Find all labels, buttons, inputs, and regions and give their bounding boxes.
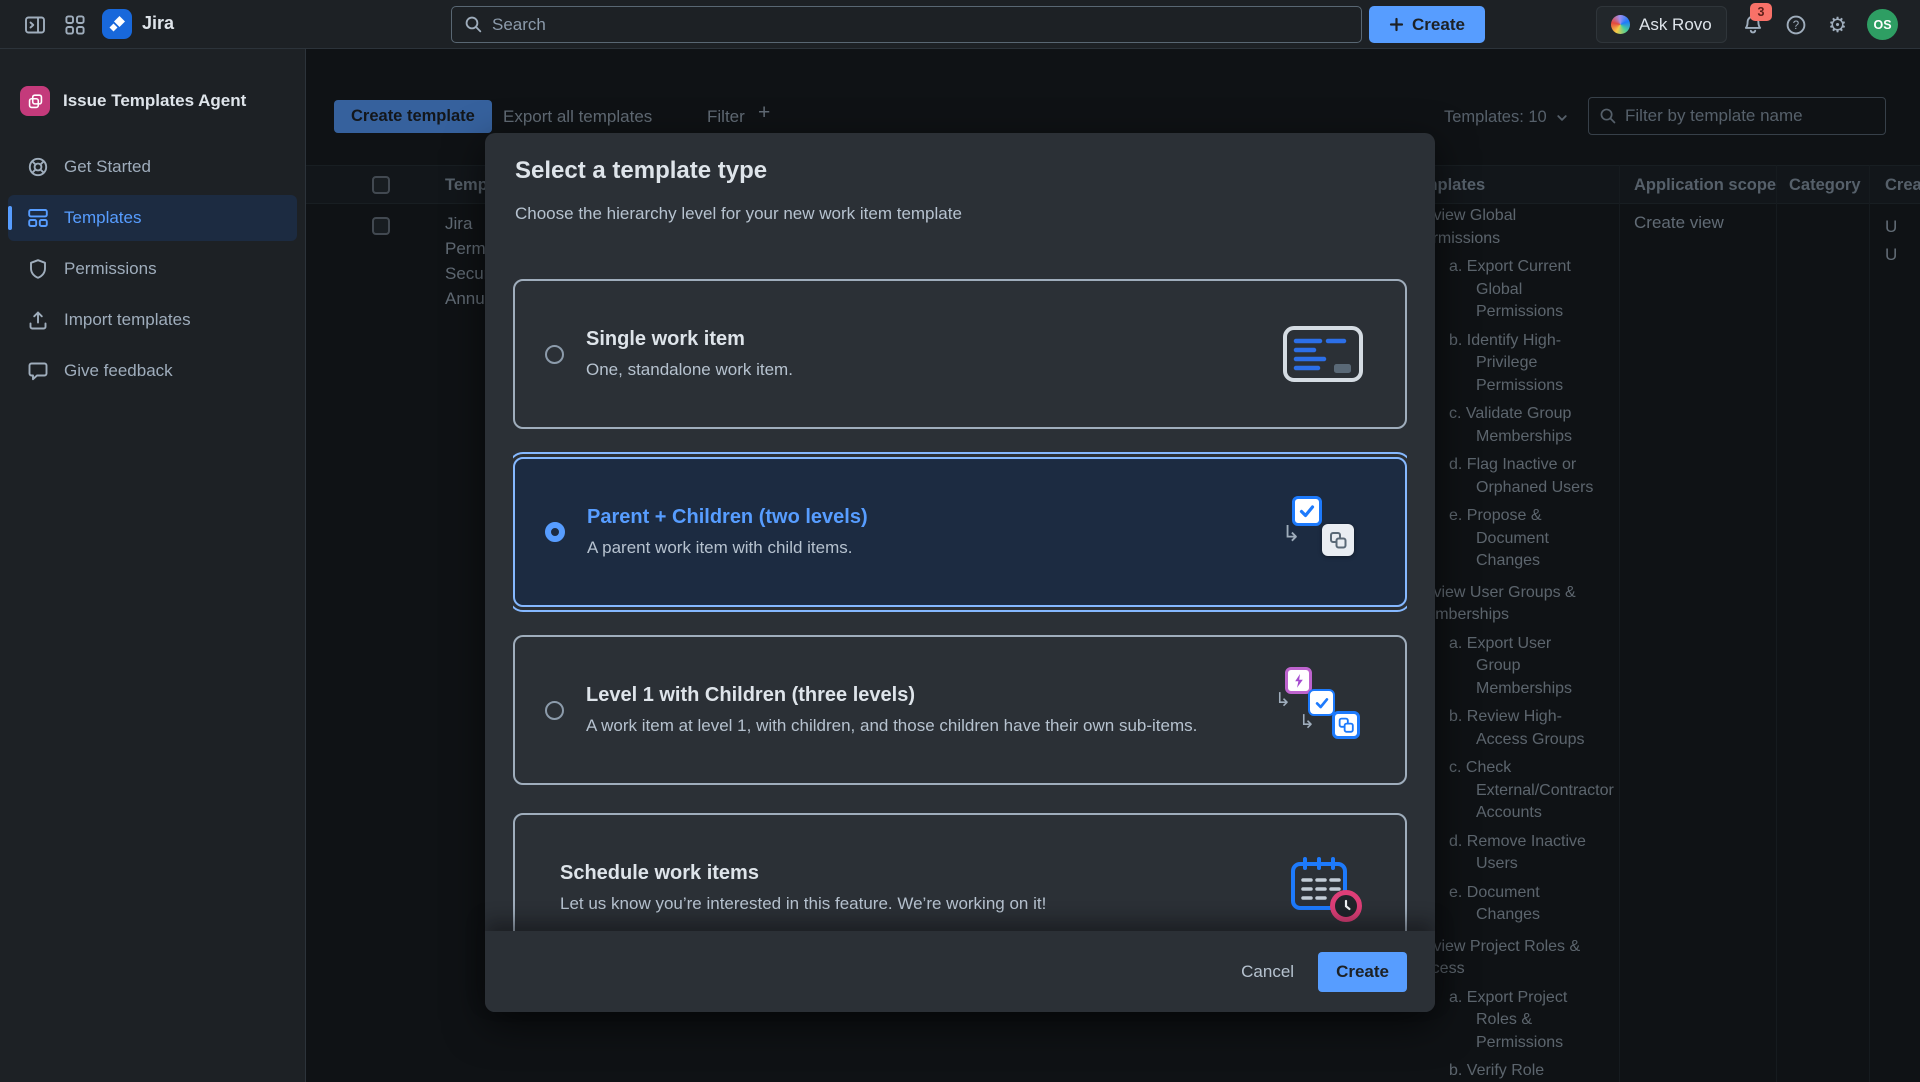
sidebar-item-label: Give feedback <box>64 361 173 381</box>
sidebar-item-label: Import templates <box>64 310 191 330</box>
option-parent-children[interactable]: Parent + Children (two levels) A parent … <box>513 457 1407 607</box>
template-type-options: Single work item One, standalone work it… <box>513 279 1407 931</box>
sidebar-app-header: Issue Templates Agent <box>8 86 297 116</box>
sidebar-item-templates[interactable]: Templates <box>8 195 297 241</box>
issue-templates-app-icon <box>20 86 50 116</box>
feedback-icon <box>26 359 50 383</box>
templates-icon <box>26 206 50 230</box>
calendar-clock-icon <box>1275 856 1371 920</box>
shield-icon <box>26 257 50 281</box>
single-work-item-icon <box>1275 325 1371 383</box>
option-description: A work item at level 1, with children, a… <box>586 716 1253 736</box>
search-icon <box>464 15 483 34</box>
rovo-icon <box>1611 15 1630 34</box>
sidebar-item-label: Permissions <box>64 259 157 279</box>
sidebar-item-label: Get Started <box>64 157 151 177</box>
sidebar-item-get-started[interactable]: Get Started <box>8 144 297 190</box>
help-icon[interactable]: ? <box>1779 8 1812 41</box>
app-name: Jira <box>142 13 174 34</box>
option-description: Let us know you’re interested in this fe… <box>560 894 1253 914</box>
plus-icon <box>1389 17 1404 32</box>
radio-unchecked[interactable] <box>545 701 564 720</box>
dialog-title: Select a template type <box>515 157 767 185</box>
select-template-type-dialog: Select a template type Choose the hierar… <box>485 133 1435 1012</box>
search-input[interactable] <box>492 15 1349 35</box>
sidebar-item-give-feedback[interactable]: Give feedback <box>8 348 297 394</box>
option-title: Single work item <box>586 328 1253 351</box>
compass-icon <box>26 155 50 179</box>
notification-count-badge: 3 <box>1750 3 1772 21</box>
option-description: A parent work item with child items. <box>587 538 1253 558</box>
sidebar-item-import-templates[interactable]: Import templates <box>8 297 297 343</box>
option-title: Schedule work items <box>560 862 1253 885</box>
option-title: Level 1 with Children (three levels) <box>586 684 1253 707</box>
sidebar-item-label: Templates <box>64 208 141 228</box>
dialog-footer: Cancel Create <box>485 931 1435 1012</box>
upload-icon <box>26 308 50 332</box>
option-single-work-item[interactable]: Single work item One, standalone work it… <box>513 279 1407 429</box>
sidebar-app-title: Issue Templates Agent <box>63 91 246 111</box>
option-three-levels[interactable]: Level 1 with Children (three levels) A w… <box>513 635 1407 785</box>
radio-checked[interactable] <box>545 522 565 542</box>
jira-logo-icon[interactable] <box>102 9 132 39</box>
top-navigation-bar: Jira Create Ask Rovo 3 ? ⚙ OS <box>0 0 1920 49</box>
user-avatar[interactable]: OS <box>1867 9 1898 40</box>
radio-unchecked[interactable] <box>545 345 564 364</box>
sidebar: Issue Templates Agent Get Started Templa… <box>0 49 306 1082</box>
settings-gear-icon[interactable]: ⚙ <box>1821 8 1854 41</box>
app-switcher-icon[interactable] <box>58 8 91 41</box>
create-button-modal[interactable]: Create <box>1318 952 1407 992</box>
cancel-button[interactable]: Cancel <box>1227 953 1308 991</box>
collapse-sidebar-icon[interactable] <box>18 8 51 41</box>
svg-text:?: ? <box>1792 20 1798 32</box>
sidebar-item-permissions[interactable]: Permissions <box>8 246 297 292</box>
option-title: Parent + Children (two levels) <box>587 506 1253 529</box>
ask-rovo-button[interactable]: Ask Rovo <box>1596 6 1727 43</box>
dialog-subtitle: Choose the hierarchy level for your new … <box>515 204 962 224</box>
global-search[interactable] <box>451 6 1362 43</box>
option-schedule-work-items[interactable]: Schedule work items Let us know you’re i… <box>513 813 1407 931</box>
option-description: One, standalone work item. <box>586 360 1253 380</box>
clock-icon <box>1330 890 1362 922</box>
parent-children-icon: ↳ <box>1275 496 1371 568</box>
create-button[interactable]: Create <box>1369 6 1485 43</box>
three-levels-icon: ↳ ↳ <box>1275 667 1371 753</box>
